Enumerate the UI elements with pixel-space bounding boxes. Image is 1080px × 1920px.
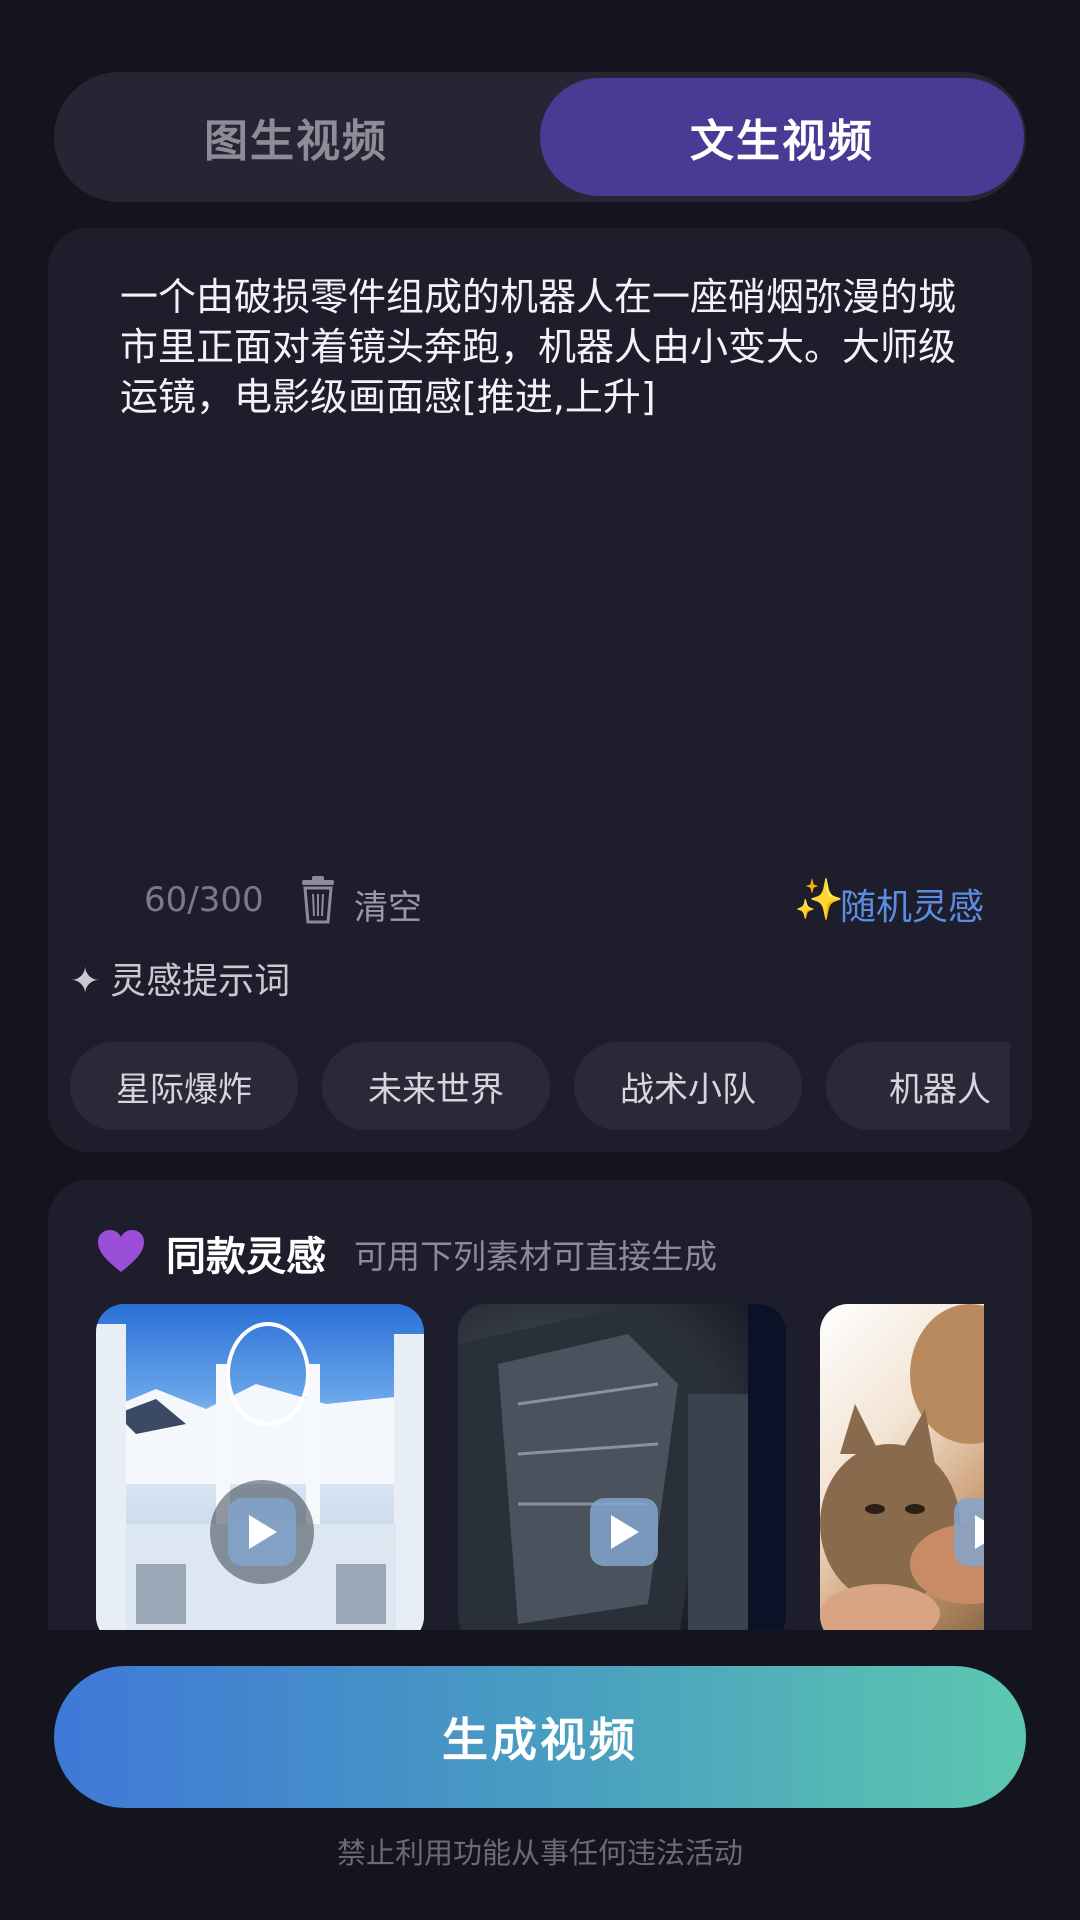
prompt-meta-row: 60/300 清空 ✨ 随机灵感 [96,868,984,938]
purple-heart-icon [98,1230,144,1272]
hint-section-title: ✦ 灵感提示词 [70,952,290,1004]
thumbnail-ice-castle[interactable] [96,1304,424,1630]
thumbnail-spaceship[interactable] [458,1304,786,1630]
inspiration-title: 同款灵感 [166,1234,326,1280]
inspiration-card: 同款灵感 可用下列素材可直接生成 [48,1180,1032,1630]
star-icon: ✦ [70,961,101,1002]
footer-disclaimer: 禁止利用功能从事任何违法活动 [336,1836,743,1870]
thumbnail-cat[interactable] [820,1304,984,1630]
spaceship-image [458,1304,786,1630]
inspiration-subtitle: 可用下列素材可直接生成 [354,1237,717,1276]
hint-title-label: 灵感提示词 [110,961,291,1002]
tab-image-to-video[interactable]: 图生视频 [54,78,538,196]
hint-chip[interactable]: 战术小队 [574,1042,802,1130]
hint-chip[interactable]: 机器人 [826,1042,1010,1130]
sparkle-icon: ✨ [794,877,844,923]
hint-chip-list: 星际爆炸 未来世界 战术小队 机器人 [70,1042,1010,1132]
play-icon [954,1498,984,1566]
mode-switch: 图生视频 文生视频 [54,72,1026,202]
cat-image [820,1304,984,1630]
generate-video-button[interactable]: 生成视频 [54,1666,1026,1808]
clear-button[interactable]: 清空 [354,880,422,929]
thumbnail-list [96,1304,984,1630]
play-icon [590,1498,658,1566]
trash-icon[interactable] [298,876,338,924]
prompt-textarea[interactable]: 一个由破损零件组成的机器人在一座硝烟弥漫的城市里正面对着镜头奔跑，机器人由小变大… [120,272,960,422]
hint-chip[interactable]: 星际爆炸 [70,1042,298,1130]
tab-text-to-video[interactable]: 文生视频 [540,78,1024,196]
prompt-card: 一个由破损零件组成的机器人在一座硝烟弥漫的城市里正面对着镜头奔跑，机器人由小变大… [48,228,1032,1152]
random-inspiration-button[interactable]: 随机灵感 [840,878,984,930]
play-icon [228,1498,296,1566]
hint-chip[interactable]: 未来世界 [322,1042,550,1130]
char-counter: 60/300 [144,880,264,920]
